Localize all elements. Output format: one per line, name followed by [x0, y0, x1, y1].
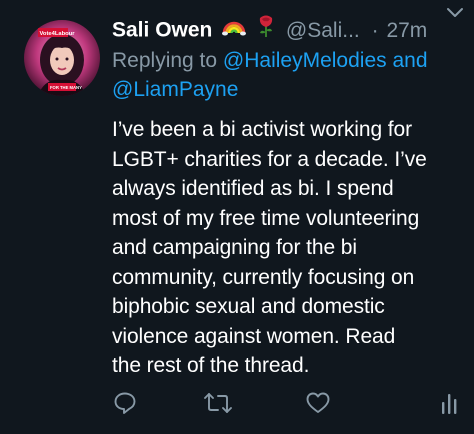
analytics-icon[interactable] — [436, 390, 462, 416]
tweet-text-line: LGBT+ charities for a decade. I’ve — [112, 147, 427, 171]
tweet-text-line: the rest of the thread. — [112, 354, 310, 377]
tweet-text: I’ve been a bi activist working for LGBT… — [112, 115, 470, 381]
chevron-down-icon[interactable] — [446, 6, 464, 25]
retweet-icon[interactable] — [203, 390, 233, 416]
separator: · — [371, 18, 379, 42]
timestamp[interactable]: 27m — [386, 19, 427, 42]
avatar-caption: FOR THE MANY — [50, 85, 82, 90]
reply-context: Replying to @HaileyMelodies and @LiamPay… — [112, 46, 462, 104]
tweet-text-line: and campaigning for the bi — [112, 236, 357, 259]
reply-prefix: Replying to — [112, 49, 223, 72]
tweet-header: Sali Owen @Sali... · 27m — [112, 14, 472, 46]
avatar-overlay-text: Vote4Labour — [40, 31, 76, 37]
tweet-text-line: community, currently focusing on — [112, 265, 415, 289]
tweet[interactable]: Vote4Labour FOR THE MANY Sali Owen @Sali… — [0, 0, 474, 434]
reply-and[interactable]: and — [387, 49, 427, 72]
tweet-text-line: always identified as bi. I spend — [112, 177, 394, 200]
avatar[interactable]: Vote4Labour FOR THE MANY — [24, 20, 100, 96]
mention-link[interactable]: @HaileyMelodies — [223, 49, 387, 72]
display-name[interactable]: Sali Owen — [112, 19, 212, 42]
tweet-text-line: violence against women. Read — [112, 324, 396, 348]
action-bar — [112, 390, 462, 418]
tweet-text-line: biphobic sexual and domestic — [112, 295, 385, 318]
handle[interactable]: @Sali... — [286, 19, 360, 42]
tweet-text-line: most of my free time volunteering — [112, 206, 420, 230]
rainbow-emoji — [222, 15, 247, 47]
heart-icon[interactable] — [305, 390, 331, 416]
mention-link[interactable]: @LiamPayne — [112, 78, 238, 101]
reply-icon[interactable] — [112, 390, 138, 416]
tweet-text-line: I’ve been a bi activist working for — [112, 118, 412, 141]
rose-emoji — [256, 14, 276, 48]
